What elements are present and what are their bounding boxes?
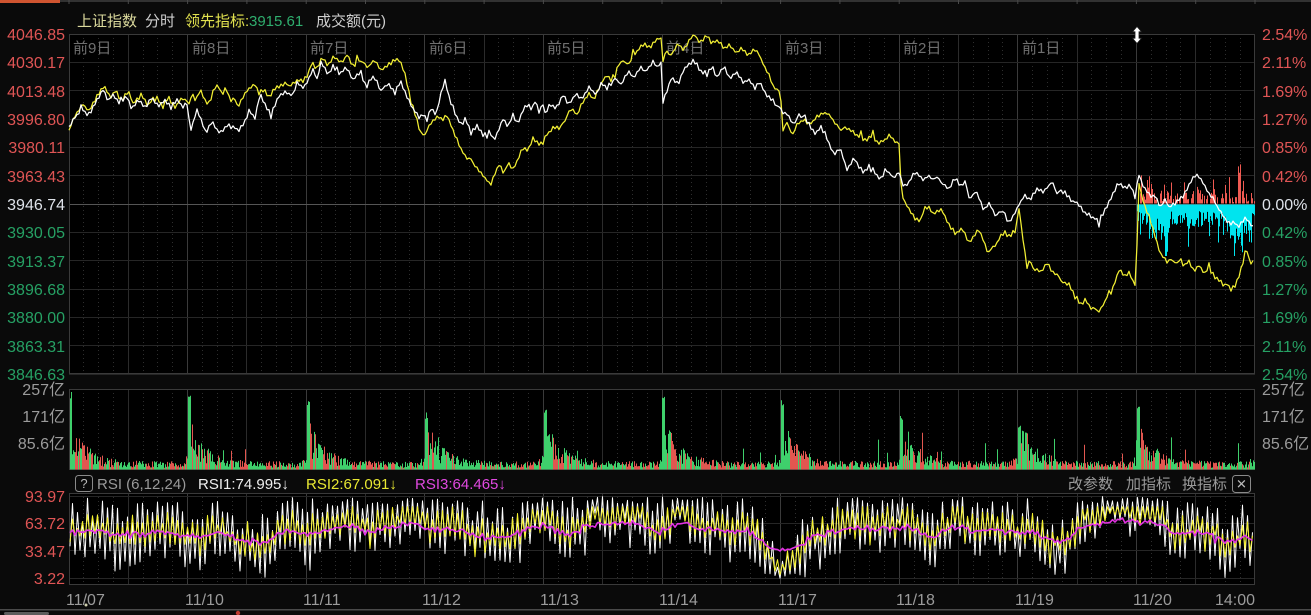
svg-text:成交额(元): 成交额(元) <box>316 12 386 30</box>
svg-text:1.27%: 1.27% <box>1262 112 1307 129</box>
svg-text:85.6亿: 85.6亿 <box>18 435 65 453</box>
svg-text:11/18: 11/18 <box>896 592 935 609</box>
svg-text:0.85%: 0.85% <box>1262 254 1307 271</box>
svg-text:3896.68: 3896.68 <box>7 282 65 299</box>
svg-text:前7日: 前7日 <box>310 40 348 57</box>
svg-text:4030.17: 4030.17 <box>7 55 65 72</box>
svg-text:前1日: 前1日 <box>1022 40 1060 57</box>
svg-text:11/11: 11/11 <box>303 592 341 609</box>
svg-text:前8日: 前8日 <box>192 40 230 57</box>
svg-text:0.42%: 0.42% <box>1262 169 1307 186</box>
svg-text:✕: ✕ <box>1236 477 1247 492</box>
svg-text:0.00%: 0.00% <box>1262 197 1307 214</box>
svg-text:1.69%: 1.69% <box>1262 310 1307 327</box>
svg-text:33.47: 33.47 <box>25 544 65 561</box>
svg-text:加指标: 加指标 <box>1126 476 1171 493</box>
svg-text:换指标: 换指标 <box>1182 476 1227 493</box>
svg-text:3863.31: 3863.31 <box>7 339 65 356</box>
svg-text:14:00: 14:00 <box>1215 592 1255 609</box>
svg-text:?: ? <box>80 476 87 491</box>
svg-text:11/12: 11/12 <box>422 592 461 609</box>
svg-text:2.11%: 2.11% <box>1262 55 1306 72</box>
svg-text:领先指标:: 领先指标: <box>185 13 249 30</box>
svg-text:93.97: 93.97 <box>25 489 65 506</box>
svg-text:前6日: 前6日 <box>429 40 467 57</box>
svg-text:3913.37: 3913.37 <box>7 254 65 271</box>
svg-text:63.72: 63.72 <box>25 516 65 533</box>
svg-text:1.27%: 1.27% <box>1262 282 1307 299</box>
svg-text:11/17: 11/17 <box>778 592 817 609</box>
svg-text:11/14: 11/14 <box>659 592 698 609</box>
svg-text:4013.48: 4013.48 <box>7 84 65 101</box>
svg-text:11/07: 11/07 <box>66 592 105 609</box>
svg-text:3.22: 3.22 <box>34 571 65 588</box>
svg-text:171亿: 171亿 <box>1262 408 1305 426</box>
svg-text:3996.80: 3996.80 <box>7 112 65 129</box>
svg-text:2.11%: 2.11% <box>1262 339 1306 356</box>
svg-text:0.42%: 0.42% <box>1262 225 1307 242</box>
svg-text:257亿: 257亿 <box>1262 381 1305 399</box>
svg-text:257亿: 257亿 <box>22 381 65 399</box>
svg-text:RSI3:64.465↓: RSI3:64.465↓ <box>415 476 506 493</box>
svg-text:3980.11: 3980.11 <box>8 140 65 157</box>
svg-text:3946.74: 3946.74 <box>7 197 65 214</box>
svg-text:11/20: 11/20 <box>1133 592 1172 609</box>
svg-text:分时: 分时 <box>145 13 175 30</box>
svg-text:2.54%: 2.54% <box>1262 27 1307 44</box>
svg-text:上证指数: 上证指数 <box>77 13 137 30</box>
svg-text:11/19: 11/19 <box>1015 592 1054 609</box>
svg-text:前2日: 前2日 <box>903 40 941 57</box>
svg-text:改参数: 改参数 <box>1068 476 1113 493</box>
svg-text:3880.00: 3880.00 <box>7 310 65 327</box>
svg-text:4046.85: 4046.85 <box>7 27 65 44</box>
svg-text:1.69%: 1.69% <box>1262 84 1307 101</box>
svg-text:3963.43: 3963.43 <box>7 169 65 186</box>
svg-text:前5日: 前5日 <box>547 40 585 57</box>
svg-text:11/13: 11/13 <box>540 592 579 609</box>
svg-text:11/10: 11/10 <box>185 592 224 609</box>
svg-text:RSI2:67.091↓: RSI2:67.091↓ <box>306 476 397 493</box>
svg-text:171亿: 171亿 <box>22 408 65 426</box>
svg-text:85.6亿: 85.6亿 <box>1262 435 1309 453</box>
svg-text:3915.61: 3915.61 <box>249 13 303 30</box>
svg-text:0.85%: 0.85% <box>1262 140 1307 157</box>
svg-text:RSI (6,12,24): RSI (6,12,24) <box>97 476 186 493</box>
svg-text:前9日: 前9日 <box>73 40 111 57</box>
svg-text:前3日: 前3日 <box>785 40 823 57</box>
svg-text:3930.05: 3930.05 <box>7 225 65 242</box>
svg-text:RSI1:74.995↓: RSI1:74.995↓ <box>198 476 289 493</box>
